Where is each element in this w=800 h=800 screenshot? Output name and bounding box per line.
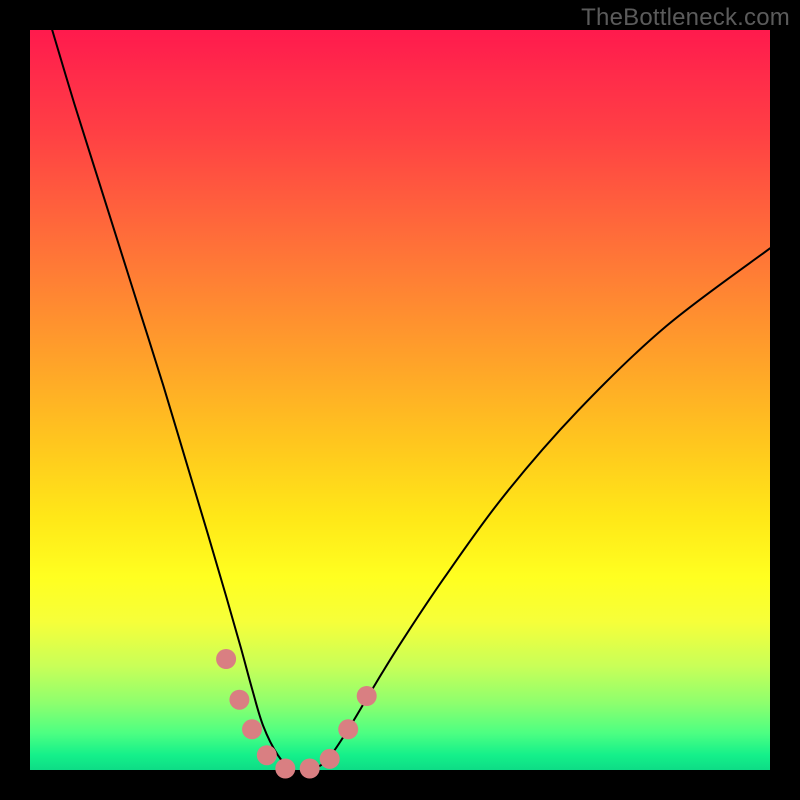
bottleneck-curve [52,30,770,772]
curve-layer [30,30,770,770]
curve-marker [242,719,262,739]
chart-frame: TheBottleneck.com [0,0,800,800]
curve-marker [275,759,295,779]
plot-area [30,30,770,770]
curve-marker [320,749,340,769]
curve-marker [338,719,358,739]
marker-group [216,649,377,779]
watermark-text: TheBottleneck.com [581,4,790,32]
curve-marker [229,690,249,710]
curve-marker [257,745,277,765]
curve-marker [300,759,320,779]
curve-marker [216,649,236,669]
curve-marker [357,686,377,706]
